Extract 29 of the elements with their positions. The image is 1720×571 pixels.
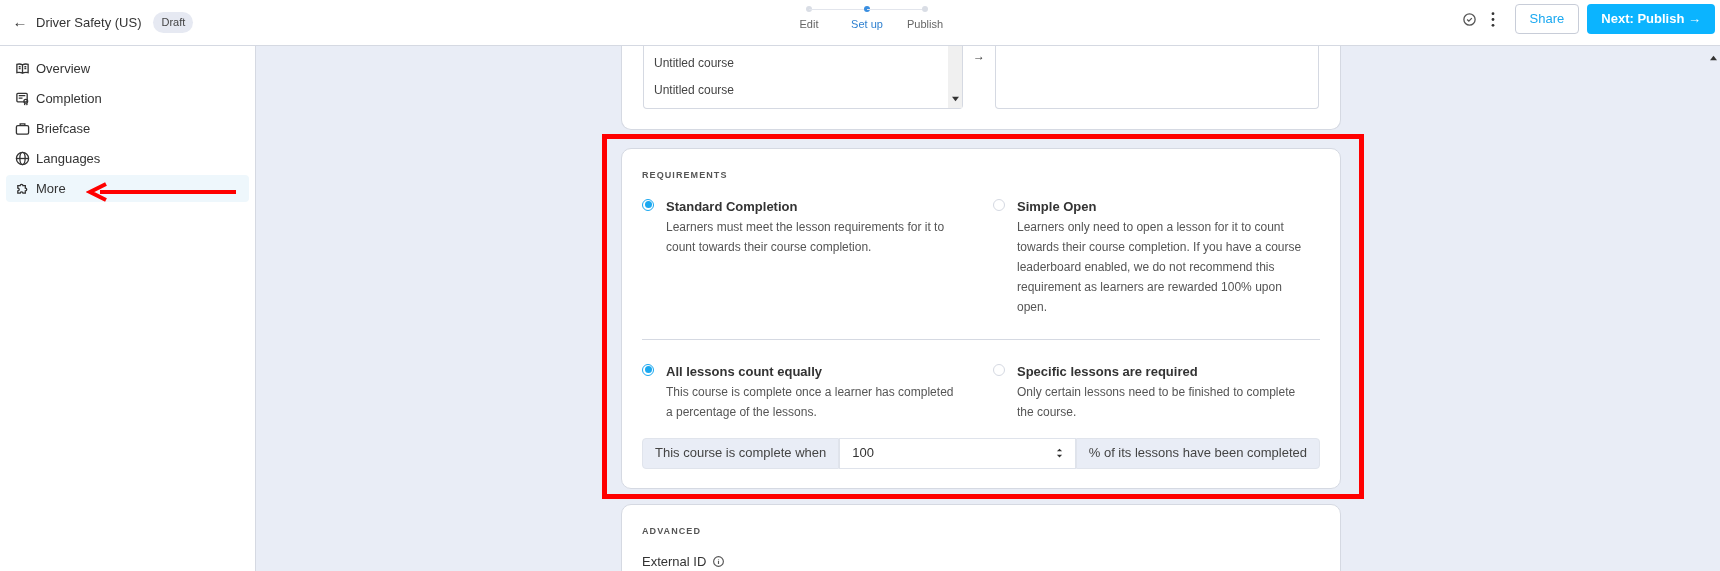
section-heading: ADVANCED	[642, 524, 702, 538]
course-list[interactable]: Untitled course Untitled course	[643, 46, 964, 109]
sidebar-item[interactable]: Languages	[6, 145, 249, 172]
option-title[interactable]: Simple Open	[1017, 196, 1320, 217]
status-badge: Draft	[153, 12, 194, 33]
option-description: Only certain lessons need to be finished to complete the course.	[1017, 383, 1297, 421]
sidebar-item[interactable]: Briefcase	[6, 115, 249, 142]
list-item[interactable]: Untitled course	[644, 49, 949, 76]
course-title: Driver Safety (US)	[36, 13, 142, 32]
arrow-icon: →	[973, 46, 986, 129]
option-description: Learners must meet the lesson requirements for it to count towards their course completion.	[666, 218, 946, 256]
section-heading: REQUIREMENTS	[642, 169, 729, 182]
sidebar-item[interactable]: More	[6, 175, 249, 202]
option-description: This course is complete once a learner has completed a percentage of the lessons.	[666, 383, 955, 421]
input-prefix: This course is complete when	[642, 437, 840, 469]
option-title[interactable]: Specific lessons are required	[1017, 361, 1320, 382]
input-suffix: % of its lessons have been completed	[1075, 437, 1320, 469]
step-tab[interactable]: Publish	[906, 16, 944, 33]
step-tab[interactable]: Edit	[799, 16, 819, 33]
field-label: External ID	[642, 553, 707, 571]
option-title[interactable]: Standard Completion	[666, 196, 969, 217]
option-description: Learners only need to open a lesson for it to count towards their course completion. If you have a course leaderboard enabled, we do not recommend this requirement as learners are rewarded 100% upon open.	[1017, 218, 1303, 316]
option-title[interactable]: All lessons count equally	[666, 361, 969, 382]
sidebar-item[interactable]: Overview	[6, 55, 249, 82]
percentage-field[interactable]: 100	[839, 437, 1076, 469]
sidebar-item[interactable]: Completion	[6, 85, 249, 112]
list-item[interactable]: Untitled course	[644, 76, 949, 103]
back-button[interactable]: ←	[12, 11, 28, 34]
step-tab[interactable]: Set up	[851, 16, 883, 33]
